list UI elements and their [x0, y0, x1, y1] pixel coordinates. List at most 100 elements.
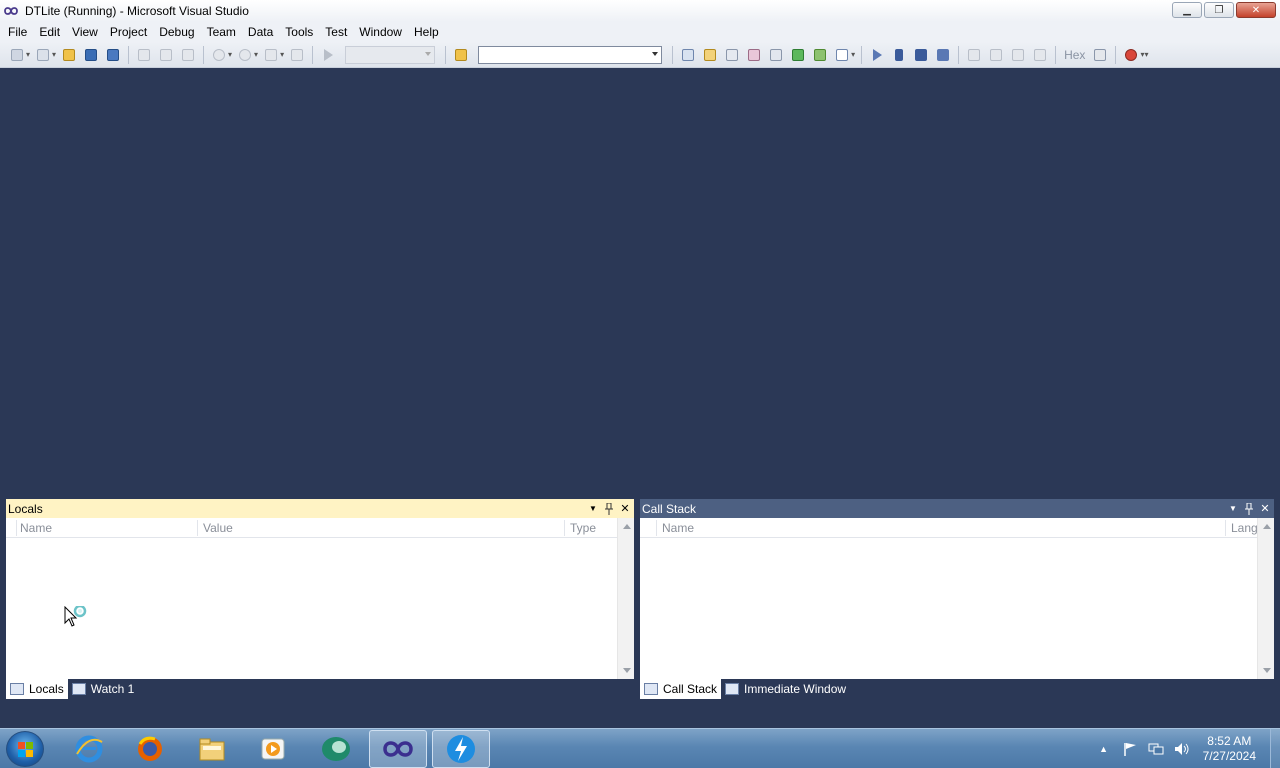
- properties-icon[interactable]: [723, 46, 741, 64]
- menu-tools[interactable]: Tools: [279, 22, 319, 42]
- volume-icon[interactable]: [1174, 741, 1190, 757]
- taskbar-visual-studio[interactable]: [369, 730, 427, 768]
- locals-grid[interactable]: Name Value Type: [6, 518, 634, 679]
- scroll-up-icon[interactable]: [623, 524, 631, 529]
- open-file-icon[interactable]: [60, 46, 78, 64]
- command-window-icon[interactable]: [833, 46, 851, 64]
- menu-edit[interactable]: Edit: [33, 22, 66, 42]
- toolbar-separator: [203, 45, 205, 64]
- tab-immediate-window[interactable]: Immediate Window: [721, 679, 850, 699]
- column-type[interactable]: Type: [570, 521, 596, 535]
- start-page-icon[interactable]: [789, 46, 807, 64]
- save-icon[interactable]: [82, 46, 100, 64]
- threads-icon[interactable]: [1091, 46, 1109, 64]
- window-position-dropdown-icon[interactable]: ▼: [1226, 502, 1240, 516]
- taskbar-firefox[interactable]: [121, 730, 179, 768]
- toolbox-icon[interactable]: [767, 46, 785, 64]
- taskbar-daemon-tools[interactable]: [432, 730, 490, 768]
- scroll-down-icon[interactable]: [623, 668, 631, 673]
- close-button[interactable]: ✕: [1236, 2, 1276, 18]
- menu-file[interactable]: File: [2, 22, 33, 42]
- close-panel-icon[interactable]: ✕: [618, 502, 632, 516]
- chevron-down-icon[interactable]: ▾: [26, 50, 30, 59]
- find-combo-box[interactable]: [478, 45, 663, 64]
- menu-team[interactable]: Team: [201, 22, 242, 42]
- scroll-up-icon[interactable]: [1263, 524, 1271, 529]
- solution-configuration-dropdown[interactable]: [345, 45, 436, 64]
- chevron-down-icon[interactable]: ▾: [52, 50, 56, 59]
- class-view-icon[interactable]: [811, 46, 829, 64]
- solution-explorer-icon[interactable]: [701, 46, 719, 64]
- column-lang[interactable]: Lang: [1231, 521, 1258, 535]
- minimize-button[interactable]: ▁: [1172, 2, 1202, 18]
- show-desktop-button[interactable]: [1270, 729, 1280, 768]
- window-position-dropdown-icon[interactable]: ▼: [586, 502, 600, 516]
- add-item-icon[interactable]: [34, 46, 52, 64]
- column-value[interactable]: Value: [203, 521, 233, 535]
- tab-call-stack-label: Call Stack: [663, 682, 718, 696]
- chevron-down-icon[interactable]: ▾: [254, 50, 258, 59]
- start-button[interactable]: [6, 731, 44, 767]
- taskbar-internet-explorer[interactable]: [60, 730, 118, 768]
- menu-view[interactable]: View: [66, 22, 104, 42]
- cut-icon[interactable]: [135, 46, 153, 64]
- menu-help[interactable]: Help: [408, 22, 445, 42]
- network-icon[interactable]: [1148, 741, 1164, 757]
- breakpoints-icon[interactable]: [1122, 46, 1140, 64]
- navigate-backward-icon[interactable]: [262, 46, 280, 64]
- toolbar-separator: [312, 45, 314, 64]
- action-center-flag-icon[interactable]: [1122, 741, 1138, 757]
- redo-icon[interactable]: [236, 46, 254, 64]
- close-panel-icon[interactable]: ✕: [1258, 502, 1272, 516]
- copy-icon[interactable]: [157, 46, 175, 64]
- find-icon[interactable]: [679, 46, 697, 64]
- menu-debug[interactable]: Debug: [153, 22, 200, 42]
- new-project-icon[interactable]: [8, 46, 26, 64]
- call-stack-grid[interactable]: Name Lang: [640, 518, 1274, 679]
- step-into-icon[interactable]: [987, 46, 1005, 64]
- continue-icon[interactable]: [868, 46, 886, 64]
- find-in-files-icon[interactable]: [452, 46, 470, 64]
- tab-locals[interactable]: Locals: [6, 679, 68, 699]
- paste-icon[interactable]: [179, 46, 197, 64]
- tab-watch-1[interactable]: Watch 1: [68, 679, 139, 699]
- vertical-scrollbar[interactable]: [1257, 518, 1274, 679]
- pin-icon[interactable]: [602, 502, 616, 516]
- taskbar: ▲ 8:52 AM 7/27/2024: [0, 728, 1280, 768]
- menu-test[interactable]: Test: [319, 22, 353, 42]
- taskbar-media-player[interactable]: [244, 730, 302, 768]
- save-all-icon[interactable]: [104, 46, 122, 64]
- menu-project[interactable]: Project: [104, 22, 153, 42]
- step-out-icon[interactable]: [1031, 46, 1049, 64]
- hex-display-toggle[interactable]: Hex: [1064, 48, 1085, 62]
- toolbar-separator: [445, 45, 447, 64]
- clock[interactable]: 8:52 AM 7/27/2024: [1203, 734, 1256, 764]
- break-all-icon[interactable]: [890, 46, 908, 64]
- call-stack-header: Call Stack ▼ ✕: [640, 499, 1274, 518]
- undo-icon[interactable]: [210, 46, 228, 64]
- column-name[interactable]: Name: [20, 521, 52, 535]
- restore-button[interactable]: ❐: [1204, 2, 1234, 18]
- stop-debugging-icon[interactable]: [912, 46, 930, 64]
- show-hidden-icons-icon[interactable]: ▲: [1096, 741, 1112, 757]
- chevron-down-icon[interactable]: ▾: [851, 50, 855, 59]
- chevron-down-icon[interactable]: ▾: [280, 50, 284, 59]
- vertical-scrollbar[interactable]: [617, 518, 634, 679]
- call-stack-icon: [644, 683, 658, 695]
- taskbar-file-explorer[interactable]: [183, 730, 241, 768]
- taskbar-app-green[interactable]: [307, 730, 365, 768]
- tab-call-stack[interactable]: Call Stack: [640, 679, 722, 699]
- navigate-forward-icon[interactable]: [288, 46, 306, 64]
- menu-data[interactable]: Data: [242, 22, 279, 42]
- column-name[interactable]: Name: [662, 521, 694, 535]
- object-browser-icon[interactable]: [745, 46, 763, 64]
- restart-icon[interactable]: [934, 46, 952, 64]
- menu-window[interactable]: Window: [353, 22, 408, 42]
- scroll-down-icon[interactable]: [1263, 668, 1271, 673]
- toolbar-options-icon[interactable]: ▾: [1144, 50, 1148, 59]
- start-debugging-icon[interactable]: [319, 46, 337, 64]
- step-over-icon[interactable]: [1009, 46, 1027, 64]
- show-next-statement-icon[interactable]: [965, 46, 983, 64]
- chevron-down-icon[interactable]: ▾: [228, 50, 232, 59]
- pin-icon[interactable]: [1242, 502, 1256, 516]
